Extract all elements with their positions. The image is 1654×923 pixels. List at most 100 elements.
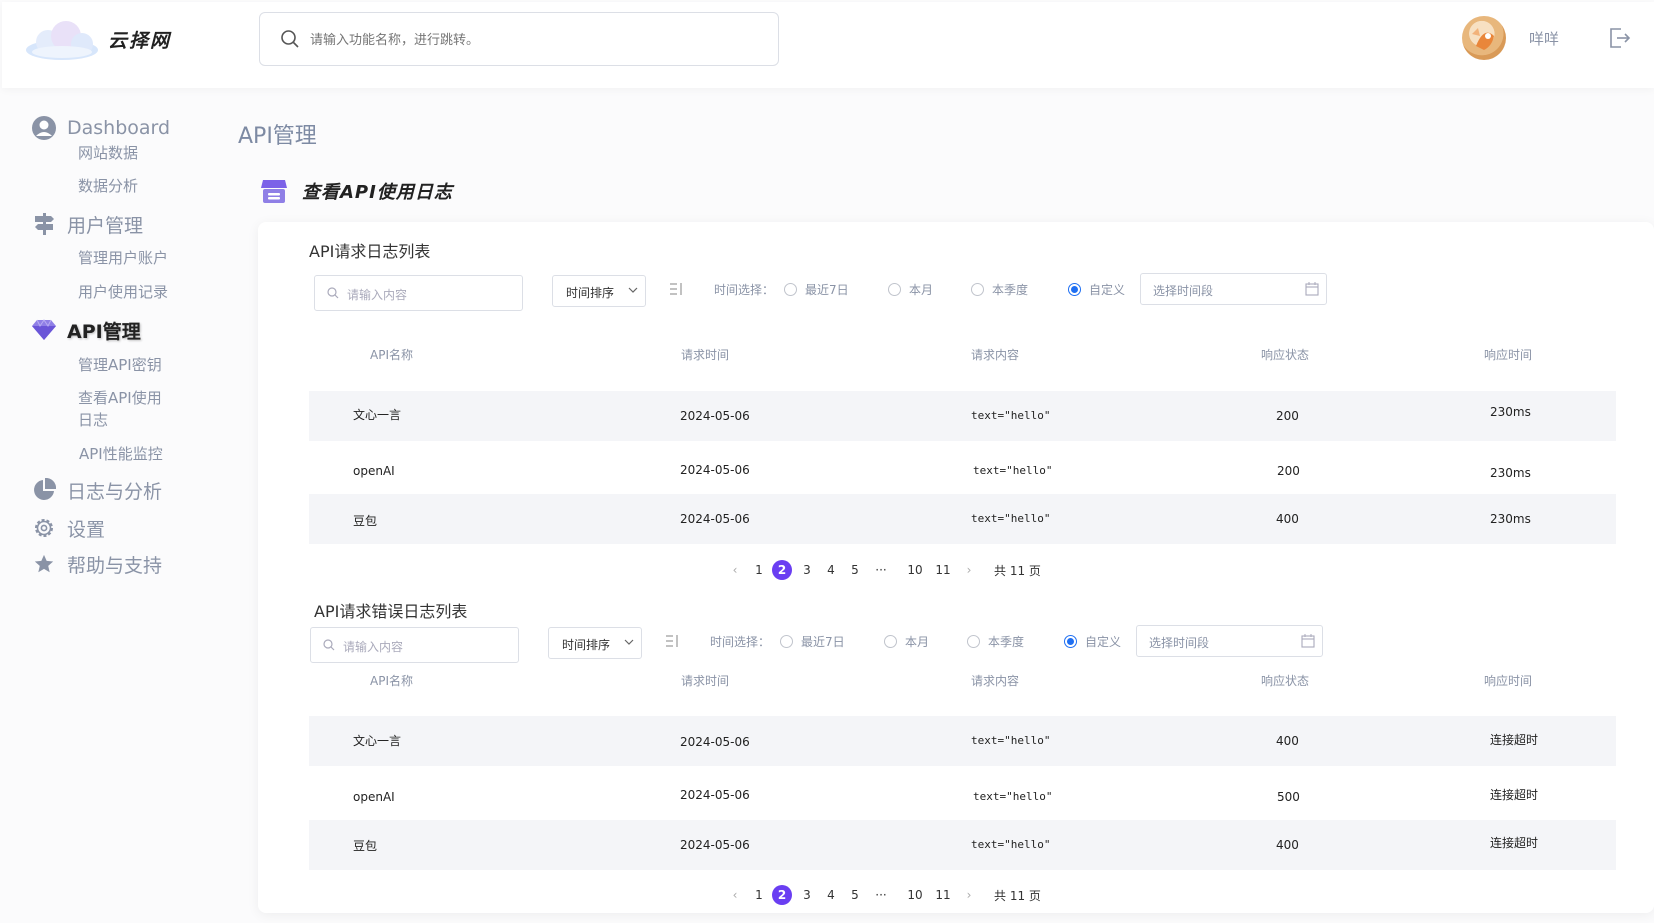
page-total: 共 11 页 [994, 563, 1041, 578]
chevron-down-icon [624, 639, 634, 645]
page-ellipsis[interactable]: ··· [870, 888, 892, 902]
sidebar-item-dashboard[interactable]: Dashboard [30, 114, 170, 142]
request-log-pagination: ‹ 1 2 3 4 5 ··· 10 11 › 共 11 页 [724, 560, 1041, 580]
date-range-placeholder: 选择时间段 [1149, 636, 1210, 650]
prev-page-icon[interactable]: ‹ [724, 888, 746, 902]
search-icon [281, 30, 299, 48]
sidebar-item-label: Dashboard [67, 117, 171, 139]
cell-response-time: 230ms [1490, 466, 1531, 480]
page-5[interactable]: 5 [844, 563, 866, 577]
brand-name: 云择网 [108, 30, 172, 52]
logout-icon[interactable] [1607, 26, 1631, 50]
sidebar-item-user-management[interactable]: 用户管理 [30, 210, 143, 238]
sidebar-item-settings[interactable]: 设置 [30, 514, 105, 542]
cell-api-name: 豆包 [353, 839, 378, 853]
page-4[interactable]: 4 [820, 888, 842, 902]
sort-select[interactable]: 时间排序 [552, 275, 646, 307]
pie-chart-icon [30, 476, 58, 504]
page-root: 云择网 咩咩 Dashboa [0, 0, 1654, 923]
page-1[interactable]: 1 [748, 563, 770, 577]
radio-this-month[interactable]: 本月 [884, 633, 929, 650]
radio-label: 最近7日 [801, 635, 845, 649]
radio-this-month[interactable]: 本月 [888, 281, 933, 298]
calendar-icon [1301, 634, 1315, 648]
sort-order-icon[interactable] [668, 281, 684, 297]
cell-response-status: 400 [1276, 734, 1299, 748]
star-icon [30, 550, 58, 578]
log-search-input[interactable]: 请输入内容 [314, 275, 523, 311]
next-page-icon[interactable]: › [958, 563, 980, 577]
error-log-title: API请求错误日志列表 [314, 602, 468, 621]
radio-label: 本季度 [988, 635, 1025, 649]
page-10[interactable]: 10 [902, 563, 928, 577]
sidebar-item-usage-records[interactable]: 用户使用记录 [78, 281, 168, 303]
page-4[interactable]: 4 [820, 563, 842, 577]
page-current[interactable]: 2 [772, 885, 792, 905]
page-3[interactable]: 3 [796, 563, 818, 577]
col-request-content: 请求内容 [971, 674, 1020, 688]
sidebar-item-api-management[interactable]: API管理 [30, 316, 141, 344]
page-11[interactable]: 11 [930, 888, 956, 902]
date-range-picker[interactable]: 选择时间段 [1140, 273, 1327, 305]
sort-select[interactable]: 时间排序 [548, 627, 642, 659]
date-range-picker[interactable]: 选择时间段 [1136, 625, 1323, 657]
sidebar-item-label: 帮助与支持 [67, 554, 163, 577]
radio-custom[interactable]: 自定义 [1064, 633, 1121, 650]
radio-custom[interactable]: 自定义 [1068, 281, 1125, 298]
page-11[interactable]: 11 [930, 563, 956, 577]
sidebar-item-view-api-logs[interactable]: 查看API使用 日志 [78, 387, 162, 431]
username[interactable]: 咩咩 [1529, 28, 1559, 49]
table-row[interactable]: 文心一言 2024-05-06 text="hello" 400 连接超时 [309, 716, 1616, 766]
sidebar-item-api-performance[interactable]: API性能监控 [79, 443, 163, 465]
sidebar-item-logs-analysis[interactable]: 日志与分析 [30, 476, 162, 504]
radio-label: 最近7日 [805, 283, 849, 297]
avatar[interactable] [1462, 16, 1506, 60]
table-row[interactable]: 文心一言 2024-05-06 text="hello" 200 230ms [309, 391, 1616, 441]
col-request-time: 请求时间 [681, 674, 730, 688]
table-row[interactable]: 豆包 2024-05-06 text="hello" 400 连接超时 [309, 820, 1616, 870]
radio-last-7-days[interactable]: 最近7日 [780, 633, 845, 650]
sidebar-item-label: API管理 [67, 320, 141, 343]
sidebar-item-label: 查看API使用 [78, 389, 162, 407]
page-ellipsis[interactable]: ··· [870, 563, 892, 577]
time-select-label: 时间选择： [714, 283, 775, 297]
sidebar-item-website-data[interactable]: 网站数据 [78, 142, 138, 164]
global-search-box[interactable] [259, 12, 779, 66]
page-5[interactable]: 5 [844, 888, 866, 902]
time-select-label: 时间选择： [710, 635, 771, 649]
table-row[interactable]: openAI 2024-05-06 text="hello" 200 230ms [309, 448, 1616, 498]
radio-dot [780, 635, 793, 648]
radio-label: 自定义 [1089, 283, 1126, 297]
radio-this-quarter[interactable]: 本季度 [971, 281, 1028, 298]
radio-last-7-days[interactable]: 最近7日 [784, 281, 849, 298]
error-log-pagination: ‹ 1 2 3 4 5 ··· 10 11 › 共 11 页 [724, 885, 1041, 905]
table-row[interactable]: openAI 2024-05-06 text="hello" 500 连接超时 [309, 772, 1616, 822]
page-current[interactable]: 2 [772, 560, 792, 580]
page-3[interactable]: 3 [796, 888, 818, 902]
gear-icon [30, 514, 58, 542]
cell-request-time: 2024-05-06 [680, 838, 750, 852]
log-search-input[interactable]: 请输入内容 [310, 627, 519, 663]
radio-this-quarter[interactable]: 本季度 [967, 633, 1024, 650]
page-10[interactable]: 10 [902, 888, 928, 902]
sidebar-item-help-support[interactable]: 帮助与支持 [30, 550, 162, 578]
cell-response-time: 连接超时 [1490, 836, 1539, 850]
sort-order-icon[interactable] [664, 633, 680, 649]
sidebar-item-manage-api-keys[interactable]: 管理API密钥 [78, 354, 162, 376]
sidebar-item-manage-accounts[interactable]: 管理用户账户 [78, 247, 168, 269]
sidebar-item-data-analysis[interactable]: 数据分析 [78, 175, 138, 197]
prev-page-icon[interactable]: ‹ [724, 563, 746, 577]
cell-request-time: 2024-05-06 [680, 409, 750, 423]
sidebar-item-label: 设置 [67, 518, 106, 541]
search-icon [323, 639, 335, 651]
radio-dot [1068, 283, 1081, 296]
next-page-icon[interactable]: › [958, 888, 980, 902]
global-search-input[interactable] [310, 27, 750, 53]
page-1[interactable]: 1 [748, 888, 770, 902]
gem-icon [30, 316, 58, 344]
cell-api-name: openAI [353, 464, 395, 478]
cell-request-content: text="hello" [973, 790, 1053, 803]
brand-logo[interactable]: 云择网 [24, 16, 204, 66]
table-row[interactable]: 豆包 2024-05-06 text="hello" 400 230ms [309, 494, 1616, 544]
col-api-name: API名称 [370, 674, 413, 688]
